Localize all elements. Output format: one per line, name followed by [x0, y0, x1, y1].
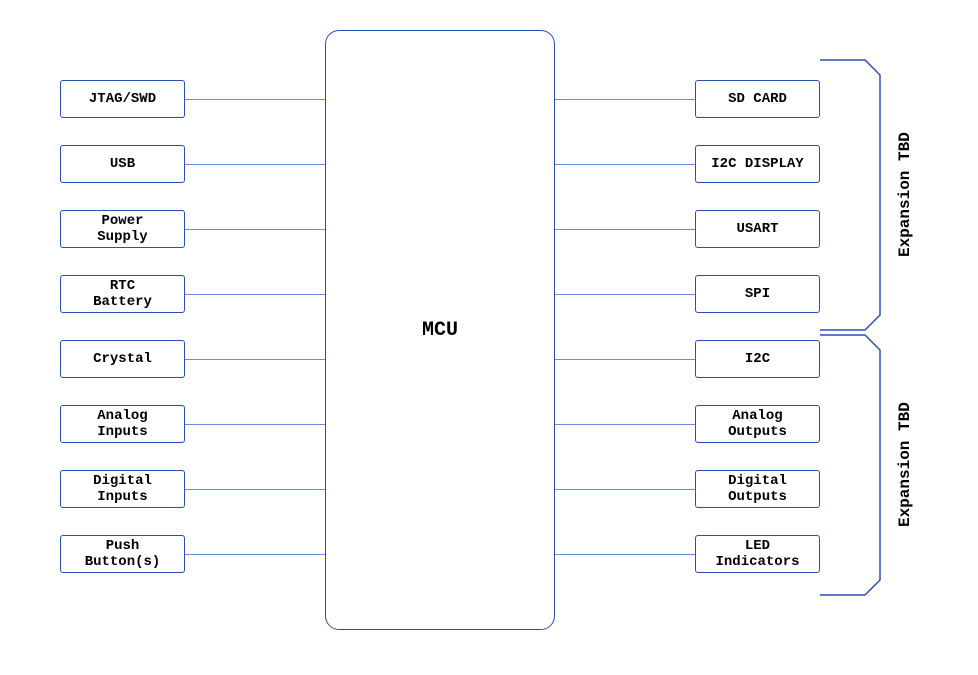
- mcu-label: MCU: [422, 319, 458, 342]
- block-label: Digital Inputs: [93, 473, 152, 505]
- connector: [185, 424, 325, 425]
- block-label: LED Indicators: [715, 538, 799, 570]
- right-block-i2c: I2C: [695, 340, 820, 378]
- left-block-digital-inputs: Digital Inputs: [60, 470, 185, 508]
- right-block-i2c-display: I2C DISPLAY: [695, 145, 820, 183]
- block-label: USART: [736, 221, 778, 237]
- block-label: SD CARD: [728, 91, 787, 107]
- connector: [555, 164, 695, 165]
- block-label: USB: [110, 156, 135, 172]
- mcu-block: MCU: [325, 30, 555, 630]
- block-diagram: MCU JTAG/SWD USB Power Supply RTC Batter…: [0, 0, 978, 675]
- left-block-crystal: Crystal: [60, 340, 185, 378]
- connector: [555, 424, 695, 425]
- right-block-digital-outputs: Digital Outputs: [695, 470, 820, 508]
- connector: [185, 359, 325, 360]
- block-label: Power Supply: [97, 213, 147, 245]
- right-block-analog-outputs: Analog Outputs: [695, 405, 820, 443]
- connector: [185, 554, 325, 555]
- right-block-spi: SPI: [695, 275, 820, 313]
- block-label: JTAG/SWD: [89, 91, 156, 107]
- block-label: Analog Outputs: [728, 408, 787, 440]
- connector: [555, 359, 695, 360]
- right-block-sd-card: SD CARD: [695, 80, 820, 118]
- block-label: Analog Inputs: [97, 408, 147, 440]
- connector: [185, 99, 325, 100]
- block-label: I2C: [745, 351, 770, 367]
- left-block-usb: USB: [60, 145, 185, 183]
- block-label: SPI: [745, 286, 770, 302]
- block-label: Push Button(s): [85, 538, 161, 570]
- left-block-push-buttons: Push Button(s): [60, 535, 185, 573]
- left-block-analog-inputs: Analog Inputs: [60, 405, 185, 443]
- expansion-bottom-label: Expansion TBD: [895, 335, 915, 595]
- connector: [555, 99, 695, 100]
- left-block-rtc-battery: RTC Battery: [60, 275, 185, 313]
- left-block-jtag-swd: JTAG/SWD: [60, 80, 185, 118]
- expansion-top-label: Expansion TBD: [895, 60, 915, 330]
- connector: [555, 489, 695, 490]
- right-block-usart: USART: [695, 210, 820, 248]
- connector: [555, 229, 695, 230]
- block-label: Digital Outputs: [728, 473, 787, 505]
- block-label: Crystal: [93, 351, 152, 367]
- right-block-led-indicators: LED Indicators: [695, 535, 820, 573]
- connector: [555, 294, 695, 295]
- block-label: I2C DISPLAY: [711, 156, 803, 172]
- bracket-bottom: [820, 335, 880, 595]
- block-label: RTC Battery: [93, 278, 152, 310]
- connector: [185, 489, 325, 490]
- bracket-top: [820, 60, 880, 330]
- connector: [555, 554, 695, 555]
- connector: [185, 229, 325, 230]
- connector: [185, 294, 325, 295]
- connector: [185, 164, 325, 165]
- left-block-power-supply: Power Supply: [60, 210, 185, 248]
